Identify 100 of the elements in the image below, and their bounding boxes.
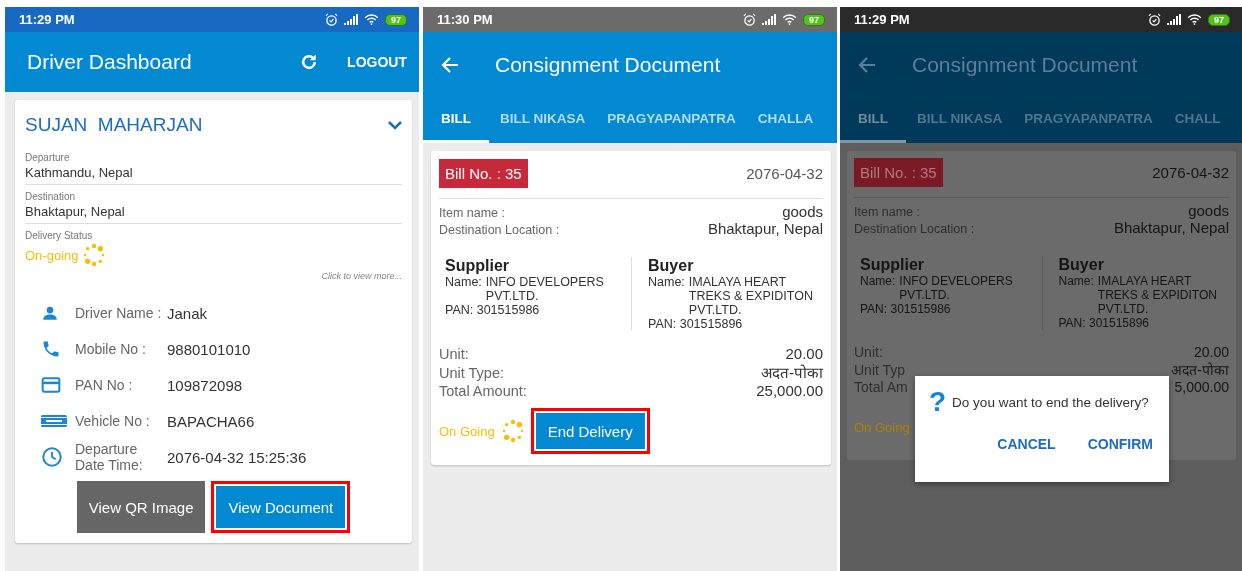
party-pan: PAN: 301515896 <box>1058 316 1150 330</box>
wifi-icon <box>364 14 379 25</box>
info-value: goods <box>1188 202 1229 219</box>
party-name: IMALAYA HEART <box>688 275 788 289</box>
tab[interactable]: BILL NIKASA <box>906 97 1014 143</box>
view-document-button[interactable]: View Document <box>216 486 346 528</box>
spinner-icon <box>500 419 525 443</box>
detail-label: Vehicle No : <box>75 413 151 429</box>
amount-value: अदत-पोका <box>1171 361 1229 379</box>
bill-number-badge: Bill No. : 35 <box>854 158 943 187</box>
tab[interactable]: PRAGYAPANPATRA <box>1013 97 1164 143</box>
party-name: INFO DEVELOPERS <box>899 274 1013 288</box>
party-name: TREKS & EXPIDITON <box>688 289 813 303</box>
delivery-status: On-going <box>25 247 79 263</box>
party-name: PVT.LTD. <box>899 288 951 302</box>
license-plate-icon <box>41 415 67 427</box>
status-time: 11:29 PM <box>19 12 76 27</box>
app-title: Consignment Document <box>912 52 1139 77</box>
app-title: Driver Dashboard <box>27 50 193 74</box>
tab[interactable]: PRAGYAPANPATRA <box>596 97 747 143</box>
amount-label: Total Am <box>854 379 908 395</box>
delivery-status: On Going <box>854 419 910 435</box>
app-title: Consignment Document <box>495 52 722 77</box>
party-title: Supplier <box>445 257 510 275</box>
field-value: Kathmandu, Nepal <box>25 165 134 180</box>
amount-value: 20.00 <box>785 345 823 362</box>
info-value: goods <box>782 203 823 220</box>
chevron-down-icon[interactable] <box>388 120 402 130</box>
alarm-icon <box>743 13 756 26</box>
clock-icon <box>41 446 63 468</box>
detail-label: PAN No : <box>75 377 134 393</box>
card-icon <box>41 376 61 394</box>
battery-level: 97 <box>803 13 825 26</box>
end-delivery-button[interactable]: End Delivery <box>535 413 645 449</box>
phone-icon <box>41 339 61 359</box>
question-icon: ? <box>929 386 947 418</box>
party-name: PVT.LTD. <box>688 303 743 317</box>
tab[interactable]: BILL <box>840 97 906 143</box>
bill-date: 2076-04-32 <box>1152 164 1229 181</box>
signal-icon <box>344 14 358 25</box>
status-time: 11:29 PM <box>854 12 911 27</box>
info-label: Destination Location : <box>854 222 975 236</box>
amount-label: Unit: <box>439 346 469 362</box>
name-label: Name: <box>445 275 482 291</box>
party-name: INFO DEVELOPERS <box>485 275 604 289</box>
amount-label: Unit: <box>854 344 883 360</box>
bill-date: 2076-04-32 <box>746 165 823 182</box>
view-more-link[interactable]: Click to view more... <box>321 271 402 281</box>
battery-level: 97 <box>385 13 407 26</box>
party-pan: PAN: 301515986 <box>860 302 952 316</box>
detail-value: 109872098 <box>167 376 243 394</box>
detail-value: Janak <box>167 304 208 322</box>
amount-value: 25,000.00 <box>756 382 823 399</box>
dialog-button[interactable]: CONFIRM <box>1081 432 1159 456</box>
field-label: Destination <box>25 191 77 202</box>
amount-value: 5,000.00 <box>1174 379 1229 395</box>
name-label: Name: <box>648 275 685 291</box>
amount-label: Unit Typ <box>854 362 906 378</box>
info-label: Destination Location : <box>439 223 560 237</box>
spinner-icon <box>82 243 107 267</box>
detail-label: Departure Date Time: <box>75 441 144 473</box>
field-label: Delivery Status <box>25 230 94 241</box>
field-value: Bhaktapur, Nepal <box>25 204 126 219</box>
party-title: Buyer <box>648 257 695 275</box>
party-title: Buyer <box>1058 256 1105 274</box>
party-name: PVT.LTD. <box>485 289 540 303</box>
dialog-button[interactable]: CANCEL <box>991 432 1062 456</box>
delivery-status: On Going <box>439 423 495 439</box>
detail-label: Driver Name : <box>75 305 163 321</box>
tab[interactable]: BILL NIKASA <box>489 97 597 143</box>
info-label: Item name : <box>439 206 505 220</box>
tab[interactable]: CHALL <box>1163 97 1221 143</box>
tab[interactable]: CHALLA <box>746 97 814 143</box>
view-qr-button[interactable]: View QR Image <box>76 481 206 533</box>
tab[interactable]: BILL <box>423 97 489 143</box>
info-label: Item name : <box>854 205 920 219</box>
bill-number-badge: Bill No. : 35 <box>439 159 528 188</box>
party-pan: PAN: 301515986 <box>445 303 541 317</box>
party-name: IMALAYA HEART <box>1097 274 1193 288</box>
amount-value: 20.00 <box>1193 344 1229 360</box>
party-title: Supplier <box>860 256 925 274</box>
party-pan: PAN: 301515896 <box>648 317 744 331</box>
field-label: Departure <box>25 152 71 163</box>
amount-label: Total Amount: <box>439 383 527 399</box>
wifi-icon <box>782 14 797 25</box>
name-label: Name: <box>860 274 896 290</box>
status-time: 11:30 PM <box>437 12 494 27</box>
name-label: Name: <box>1058 274 1094 290</box>
driver-name: SUJAN MAHARJAN <box>25 114 204 136</box>
detail-value: BAPACHA66 <box>167 412 255 430</box>
signal-icon <box>762 14 776 25</box>
amount-value: अदत-पोका <box>761 363 823 382</box>
info-value: Bhaktapur, Nepal <box>707 220 823 237</box>
person-icon <box>41 304 59 322</box>
detail-label: Mobile No : <box>75 341 147 357</box>
logout-button[interactable]: LOGOUT <box>347 54 407 70</box>
back-arrow-icon[interactable] <box>858 56 876 73</box>
dialog-message: Do you want to end the delivery? <box>952 394 1149 410</box>
party-name: PVT.LTD. <box>1097 302 1150 316</box>
amount-label: Unit Type: <box>439 365 505 381</box>
